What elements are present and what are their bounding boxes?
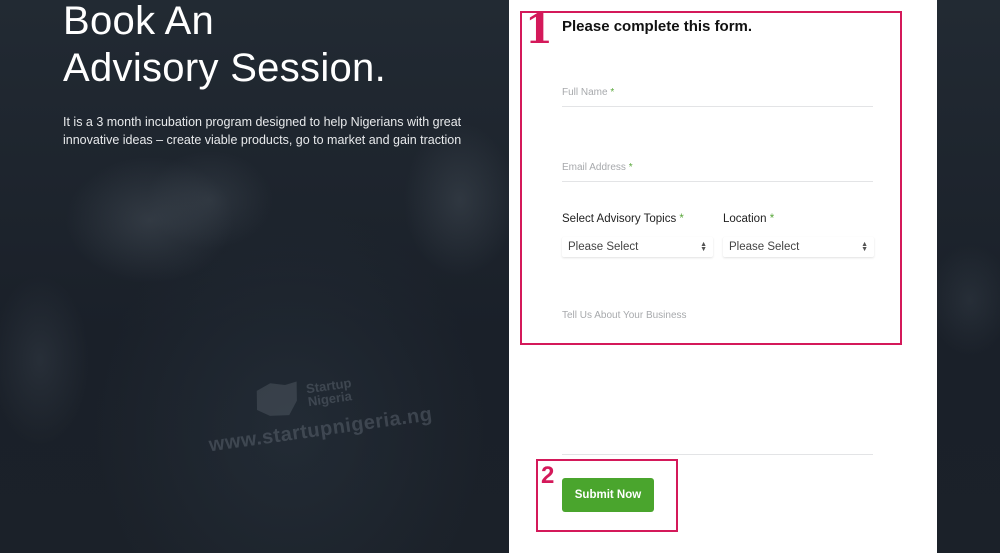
form-panel: Please complete this form. Full Name * E… [509, 0, 937, 553]
annotation-box-2 [536, 459, 678, 532]
annotation-number-1: 1 [525, 6, 553, 53]
hero-description: It is a 3 month incubation program desig… [63, 115, 462, 147]
title-line-2: Advisory Session. [63, 46, 387, 90]
business-underline [562, 454, 873, 455]
annotation-number-2: 2 [541, 462, 555, 489]
page-title: Book An Advisory Session. [63, 0, 483, 92]
annotation-box-1 [520, 11, 902, 345]
nigeria-map-icon [251, 377, 304, 421]
hero-section: Book An Advisory Session. It is a 3 mont… [63, 0, 483, 149]
title-line-1: Book An [63, 0, 215, 43]
